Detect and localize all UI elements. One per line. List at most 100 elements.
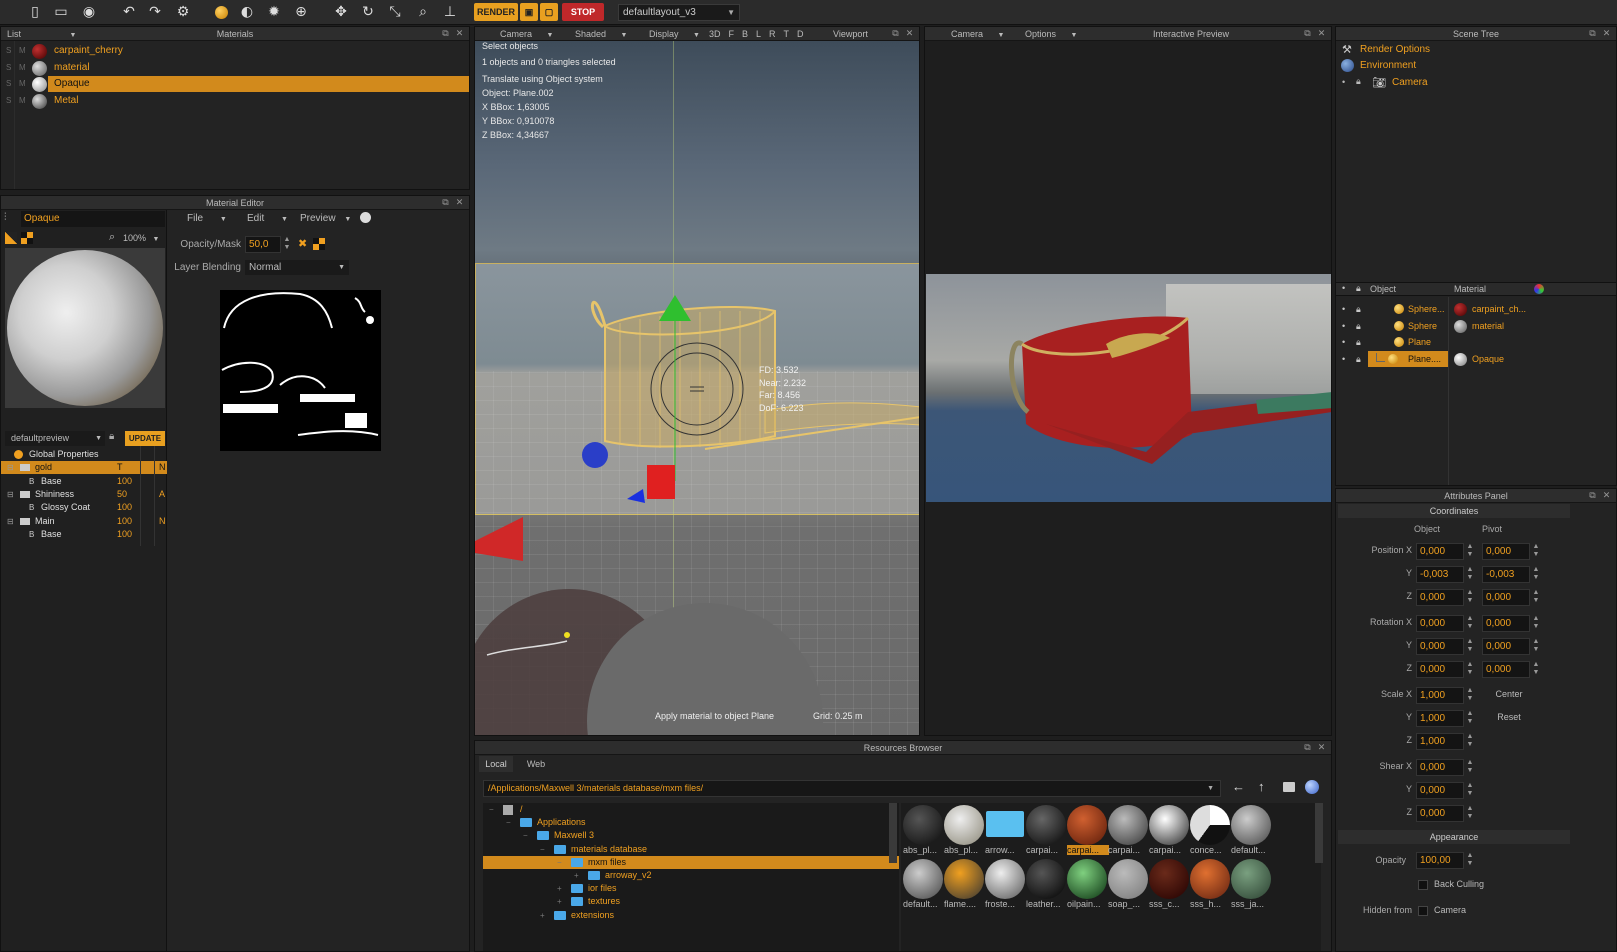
object-column-header[interactable]: Object <box>1370 284 1396 294</box>
settings-gear-icon[interactable]: ⚙ <box>174 3 192 21</box>
pivot-coordinate-field[interactable]: -0,003 <box>1482 566 1530 583</box>
material-thumbnail[interactable] <box>1190 859 1230 899</box>
folder-tree-row[interactable] <box>483 882 899 895</box>
lock-icon[interactable]: 🔒︎ <box>1356 301 1361 317</box>
preview-menu[interactable]: Preview ▼ <box>300 213 351 224</box>
object-coordinate-spinner[interactable]: ▲ ▼ <box>1466 759 1474 776</box>
lock-icon[interactable]: 🔒︎ <box>1356 76 1361 87</box>
view-button-r[interactable]: R <box>769 29 776 39</box>
back-culling-checkbox[interactable] <box>1418 880 1428 890</box>
object-coordinate-field[interactable]: 1,000 <box>1416 733 1464 750</box>
object-coordinate-spinner[interactable]: ▲ ▼ <box>1466 733 1474 750</box>
material-name-field[interactable]: Opaque <box>21 211 165 227</box>
region-render-button[interactable]: ▣ <box>520 3 538 21</box>
object-coordinate-field[interactable]: 0,000 <box>1416 543 1464 560</box>
expand-icon[interactable]: + <box>557 882 562 895</box>
view-button-b[interactable]: B <box>742 29 748 39</box>
material-s-flag[interactable]: S <box>6 43 11 59</box>
color-wheel-icon[interactable] <box>1534 284 1544 294</box>
light-emitter-icon[interactable]: ✹ <box>265 3 283 21</box>
scene-material-name[interactable] <box>1472 334 1536 350</box>
undock-icon[interactable]: ⧉ <box>440 28 451 39</box>
scale-tool-icon[interactable]: ⤡ <box>386 3 404 21</box>
material-m-flag[interactable]: M <box>19 93 26 109</box>
folder-tree-row[interactable] <box>483 803 899 816</box>
path-field[interactable]: /Applications/Maxwell 3/materials databa… <box>483 780 1221 797</box>
material-column-header[interactable]: Material <box>1454 284 1486 294</box>
close-icon[interactable]: ✕ <box>904 28 915 39</box>
view-button-t[interactable]: T <box>784 29 790 39</box>
expand-icon[interactable]: + <box>574 869 579 882</box>
close-icon[interactable]: ✕ <box>1316 28 1327 39</box>
view-button-l[interactable]: L <box>756 29 761 39</box>
save-icon[interactable]: ◉ <box>80 3 98 21</box>
appearance-section-header[interactable]: Appearance <box>1338 830 1570 844</box>
material-thumbnail[interactable] <box>1108 859 1148 899</box>
expand-icon[interactable]: − <box>540 843 545 856</box>
opacity-spinner[interactable]: ▲ ▼ <box>283 236 291 253</box>
folder-icon[interactable] <box>1283 782 1295 792</box>
pivot-coordinate-spinner[interactable]: ▲ ▼ <box>1532 566 1540 583</box>
update-button[interactable]: UPDATE <box>125 431 165 446</box>
new-file-icon[interactable]: ▯ <box>26 3 44 21</box>
material-thumbnail[interactable] <box>944 805 984 845</box>
layer-flag[interactable]: N <box>159 515 166 528</box>
close-icon[interactable]: ✕ <box>1601 28 1612 39</box>
lock-icon[interactable]: 🔒︎ <box>109 431 114 442</box>
visibility-dot-icon[interactable]: • <box>1342 301 1345 317</box>
close-icon[interactable]: ✕ <box>454 197 465 208</box>
rotate-tool-icon[interactable]: ↻ <box>359 3 377 21</box>
object-coordinate-field[interactable]: 0,000 <box>1416 661 1464 678</box>
layer-value[interactable]: 100 <box>117 475 132 488</box>
pivot-coordinate-spinner[interactable]: ▲ ▼ <box>1532 661 1540 678</box>
material-thumbnail[interactable] <box>1067 859 1107 899</box>
redo-icon[interactable]: ↷ <box>146 3 164 21</box>
uv-tool-icon[interactable]: ⊕ <box>292 3 310 21</box>
material-thumbnail[interactable] <box>1149 859 1189 899</box>
material-m-flag[interactable]: M <box>19 76 26 92</box>
zoom-icon[interactable]: ⌕ <box>109 231 115 244</box>
material-row[interactable]: material <box>48 60 469 76</box>
opacity-mask-field[interactable]: 50,0 <box>245 236 281 253</box>
material-thumbnail[interactable] <box>1149 805 1189 845</box>
close-icon[interactable]: ✕ <box>1316 742 1327 753</box>
expand-icon[interactable]: − <box>557 856 562 869</box>
object-coordinate-field[interactable]: 0,000 <box>1416 615 1464 632</box>
pivot-coordinate-spinner[interactable]: ▲ ▼ <box>1532 638 1540 655</box>
layer-row[interactable] <box>1 528 167 541</box>
folder-thumbnail-icon[interactable] <box>986 811 1024 837</box>
expand-icon[interactable]: − <box>506 816 511 829</box>
sphere-material-icon[interactable] <box>212 3 230 21</box>
layer-value[interactable]: 50 <box>117 488 127 501</box>
folder-tree-row[interactable] <box>483 869 899 882</box>
expand-icon[interactable]: ⊟ <box>7 515 14 528</box>
material-thumbnail[interactable] <box>1190 805 1230 845</box>
object-coordinate-spinner[interactable]: ▲ ▼ <box>1466 589 1474 606</box>
visibility-dot-icon[interactable]: • <box>1342 77 1345 87</box>
object-coordinate-field[interactable]: 0,000 <box>1416 638 1464 655</box>
pivot-coordinate-field[interactable]: 0,000 <box>1482 615 1530 632</box>
folder-tree-row[interactable] <box>483 855 899 869</box>
view-button-3d[interactable]: 3D <box>709 29 721 39</box>
pivot-coordinate-spinner[interactable]: ▲ ▼ <box>1532 615 1540 632</box>
stop-button[interactable]: STOP <box>562 3 604 21</box>
tree-scrollbar[interactable] <box>889 803 897 863</box>
opacity-field[interactable]: 100,00 <box>1416 852 1464 869</box>
undo-icon[interactable]: ↶ <box>120 3 138 21</box>
material-s-flag[interactable]: S <box>6 76 11 92</box>
reset-button[interactable]: Reset <box>1482 710 1536 725</box>
material-wizard-icon[interactable]: ◐ <box>238 3 256 21</box>
mask-texture-icon[interactable] <box>313 238 325 250</box>
material-thumbnail[interactable] <box>1108 805 1148 845</box>
layer-value[interactable]: 100 <box>117 501 132 514</box>
undock-icon[interactable]: ⧉ <box>1302 742 1313 753</box>
object-coordinate-spinner[interactable]: ▲ ▼ <box>1466 710 1474 727</box>
scene-material-name[interactable]: material <box>1472 318 1536 334</box>
region-select-button[interactable]: ▢ <box>540 3 558 21</box>
material-thumbnail[interactable] <box>1231 859 1271 899</box>
folder-tree-row[interactable] <box>483 909 899 922</box>
web-tab[interactable]: Web <box>519 756 553 772</box>
pivot-coordinate-field[interactable]: 0,000 <box>1482 543 1530 560</box>
pivot-coordinate-spinner[interactable]: ▲ ▼ <box>1532 589 1540 606</box>
folder-tree-row[interactable] <box>483 895 899 908</box>
